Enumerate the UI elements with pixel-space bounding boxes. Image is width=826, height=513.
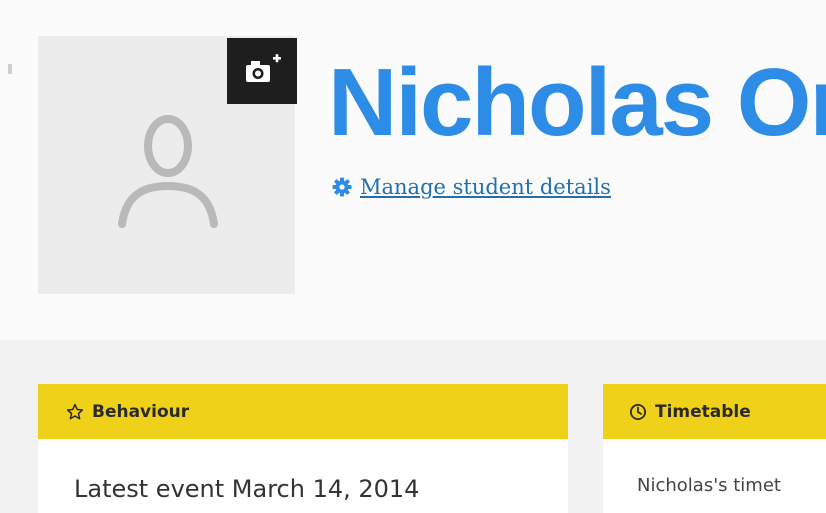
student-name: Nicholas Or	[328, 49, 826, 156]
gear-icon	[332, 177, 352, 197]
latest-event-text: Latest event March 14, 2014	[74, 475, 420, 503]
timetable-summary-text: Nicholas's timet	[637, 475, 781, 496]
behaviour-card-body: Latest event March 14, 2014	[38, 439, 568, 513]
timetable-card-body: Nicholas's timet	[603, 439, 826, 513]
camera-add-icon	[246, 54, 281, 82]
manage-link-label: Manage student details	[360, 175, 611, 199]
behaviour-card-title: Behaviour	[92, 401, 190, 422]
behaviour-card-header[interactable]: Behaviour	[38, 384, 568, 439]
clock-icon	[629, 403, 647, 420]
user-placeholder-icon	[118, 115, 218, 228]
timetable-card-header[interactable]: Timetable	[603, 384, 826, 439]
student-profile-page: Nicholas Or Manage student details Behav…	[0, 0, 826, 513]
edge-marker	[8, 64, 12, 74]
star-outline-icon	[66, 403, 84, 419]
timetable-card-title: Timetable	[655, 401, 751, 422]
manage-student-details-link[interactable]: Manage student details	[332, 175, 611, 199]
add-photo-button[interactable]	[227, 38, 297, 104]
